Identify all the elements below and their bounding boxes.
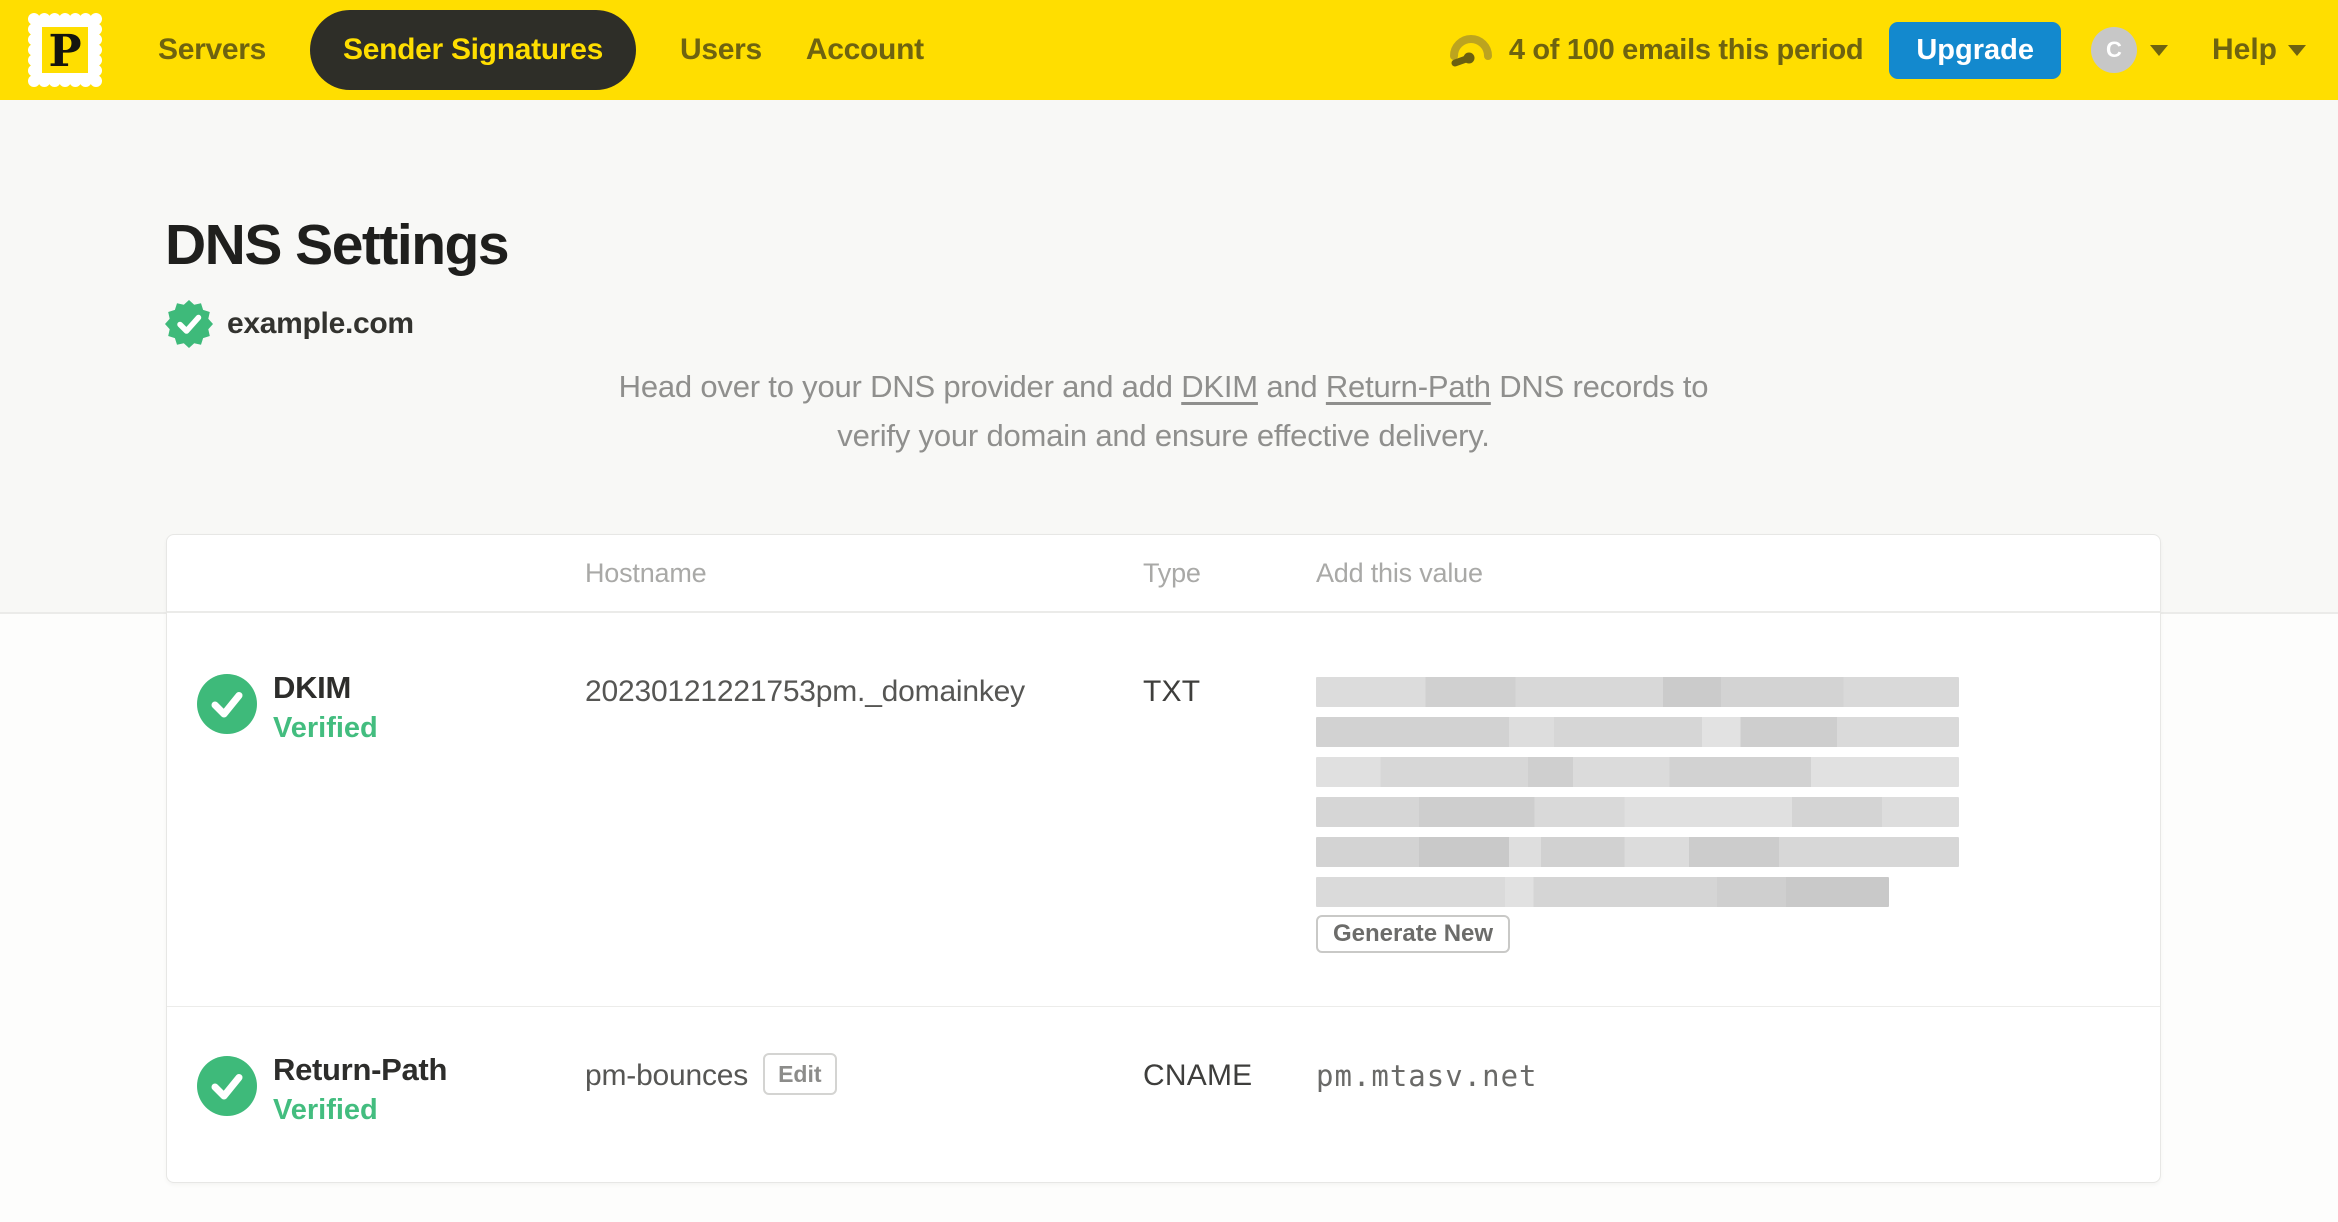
return-path-status-labels: Return-Path Verified: [273, 1051, 447, 1128]
verified-check-icon: [197, 674, 257, 734]
redacted-value-bar: [1316, 837, 1959, 867]
nav-item-account[interactable]: Account: [806, 33, 924, 67]
return-path-hostname: pm-bounces Edit: [585, 1007, 1143, 1182]
record-name: DKIM: [273, 670, 352, 705]
primary-nav-links: Servers Sender Signatures Users Account: [158, 10, 924, 90]
intro-text-part: verify your domain and ensure effective …: [837, 418, 1490, 453]
postmark-logo[interactable]: P: [24, 9, 106, 91]
help-label: Help: [2211, 33, 2277, 66]
postage-stamp-icon: P: [28, 13, 102, 87]
dkim-hostname-value: 20230121221753pm._domainkey: [585, 675, 1025, 708]
dkim-status-labels: DKIM Verified: [273, 669, 378, 746]
return-path-status-cell: Return-Path Verified: [167, 1007, 585, 1182]
nav-right-group: 4 of 100 emails this period Upgrade C He…: [1447, 21, 2314, 79]
usage-gauge-icon: [1449, 35, 1492, 67]
account-menu[interactable]: C: [2090, 27, 2168, 73]
chevron-down-icon: [2288, 44, 2306, 56]
chevron-down-icon: [2149, 44, 2168, 56]
return-path-hostname-value: pm-bounces: [585, 1059, 749, 1092]
verified-domain: example.com: [165, 300, 414, 348]
return-path-type: CNAME: [1143, 1059, 1253, 1092]
avatar: C: [2090, 27, 2137, 73]
upgrade-button[interactable]: Upgrade: [1889, 21, 2061, 79]
dkim-record-value-redacted: [1316, 677, 2160, 907]
logo-letter: P: [48, 26, 81, 77]
verified-check-icon: [197, 1056, 257, 1116]
edit-hostname-button[interactable]: Edit: [763, 1053, 837, 1095]
domain-name: example.com: [227, 307, 414, 340]
redacted-value-bar: [1316, 717, 1959, 747]
intro-text-part: Head over to your DNS provider and add: [618, 369, 1182, 404]
nav-item-users[interactable]: Users: [680, 33, 762, 67]
nav-item-servers[interactable]: Servers: [158, 33, 266, 67]
nav-item-sender-signatures[interactable]: Sender Signatures: [310, 10, 636, 90]
dkim-value-cell: Generate New: [1316, 613, 2160, 1006]
dkim-link[interactable]: DKIM: [1181, 369, 1258, 404]
generate-new-button[interactable]: Generate New: [1316, 915, 1511, 953]
redacted-value-bar: [1316, 677, 1959, 707]
column-header-value: Add this value: [1316, 557, 1483, 588]
dns-settings-page: P Servers Sender Signatures Users Accoun…: [0, 0, 2338, 1222]
column-header-type: Type: [1143, 557, 1201, 588]
redacted-value-bar: [1316, 757, 1959, 787]
record-name: Return-Path: [273, 1052, 448, 1087]
top-nav: P Servers Sender Signatures Users Accoun…: [0, 0, 2338, 100]
column-header-hostname: Hostname: [585, 557, 707, 588]
usage-text: 4 of 100 emails this period: [1508, 33, 1864, 66]
return-path-link[interactable]: Return-Path: [1326, 369, 1491, 404]
table-row-dkim: DKIM Verified 20230121221753pm._domainke…: [167, 613, 2160, 1007]
dkim-type: TXT: [1143, 675, 1201, 708]
help-menu[interactable]: Help: [2212, 33, 2306, 67]
intro-text-part: DNS records to: [1490, 369, 1709, 404]
intro-text: Head over to your DNS provider and add D…: [166, 362, 2161, 460]
dkim-hostname: 20230121221753pm._domainkey: [585, 613, 1143, 1006]
return-path-record-value: pm.mtasv.net: [1316, 1059, 1538, 1093]
dns-records-card: Hostname Type Add this value DKIM Verifi…: [166, 534, 2161, 1183]
verified-seal-icon: [165, 300, 213, 348]
page-title: DNS Settings: [165, 213, 510, 277]
redacted-value-bar: [1316, 797, 1959, 827]
return-path-value-cell: pm.mtasv.net: [1316, 1007, 2160, 1182]
dkim-status-cell: DKIM Verified: [167, 613, 585, 1006]
table-header-row: Hostname Type Add this value: [167, 535, 2160, 613]
redacted-value-bar: [1316, 877, 1889, 907]
intro-text-part: and: [1257, 369, 1326, 404]
table-row-return-path: Return-Path Verified pm-bounces Edit CNA…: [167, 1007, 2160, 1182]
record-status-badge: Verified: [273, 1094, 378, 1126]
record-status-badge: Verified: [273, 712, 378, 744]
usage-indicator[interactable]: 4 of 100 emails this period: [1447, 26, 1864, 74]
